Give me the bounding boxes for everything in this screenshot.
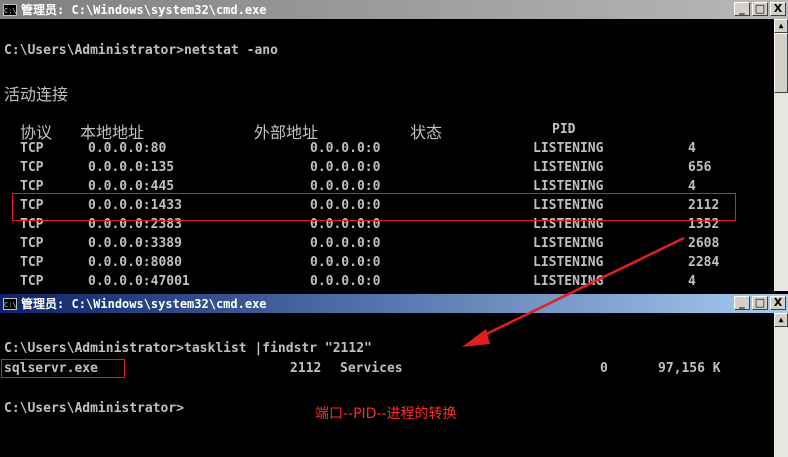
command-line: C:\Users\Administrator>netstat -ano — [4, 43, 278, 58]
title-bar[interactable]: C:\ 管理员: C:\Windows\system32\cmd.exe _ □… — [0, 0, 788, 19]
title-bar[interactable]: C:\ 管理员: C:\Windows\system32\cmd.exe _ □… — [0, 294, 788, 313]
scrollbar[interactable]: ▲ — [774, 313, 788, 457]
memory-usage: 97,156 K — [658, 361, 721, 376]
close-button[interactable]: X — [770, 296, 786, 310]
command-line: C:\Users\Administrator>tasklist |findstr… — [4, 341, 372, 356]
window-title: 管理员: C:\Windows\system32\cmd.exe — [21, 3, 267, 17]
highlight-box-sqlservr — [1, 359, 125, 378]
cmd-icon: C:\ — [3, 3, 17, 16]
close-button[interactable]: X — [770, 2, 786, 16]
maximize-button[interactable]: □ — [752, 2, 768, 16]
window-title: 管理员: C:\Windows\system32\cmd.exe — [21, 297, 267, 311]
command-prompt: C:\Users\Administrator> — [4, 401, 185, 416]
console-output[interactable]: C:\Users\Administrator>tasklist |findstr… — [0, 313, 774, 457]
section-title: 活动连接 — [4, 85, 69, 104]
process-pid: 2112 — [290, 361, 322, 376]
header-pid: PID — [552, 122, 576, 137]
cmd-window-netstat: C:\ 管理员: C:\Windows\system32\cmd.exe _ □… — [0, 0, 788, 291]
scroll-up-button[interactable]: ▲ — [774, 19, 788, 33]
scroll-thumb[interactable] — [774, 33, 788, 93]
minimize-button[interactable]: _ — [734, 2, 750, 16]
highlight-box-port-1433 — [12, 193, 736, 221]
scrollbar[interactable]: ▲ — [774, 19, 788, 291]
header-state: 状态 — [410, 123, 443, 142]
header-local: 本地地址 — [80, 123, 145, 142]
session-number: 0 — [600, 361, 608, 376]
header-foreign: 外部地址 — [254, 123, 319, 142]
header-proto: 协议 — [20, 123, 53, 142]
cmd-window-tasklist: C:\ 管理员: C:\Windows\system32\cmd.exe _ □… — [0, 294, 788, 457]
session-name: Services — [340, 361, 403, 376]
minimize-button[interactable]: _ — [734, 296, 750, 310]
console-output[interactable]: C:\Users\Administrator>netstat -ano 活动连接… — [0, 19, 774, 291]
scroll-up-button[interactable]: ▲ — [774, 313, 788, 327]
annotation-text: 端口--PID--进程的转换 — [315, 406, 457, 422]
cmd-icon: C:\ — [3, 297, 17, 310]
maximize-button[interactable]: □ — [752, 296, 768, 310]
